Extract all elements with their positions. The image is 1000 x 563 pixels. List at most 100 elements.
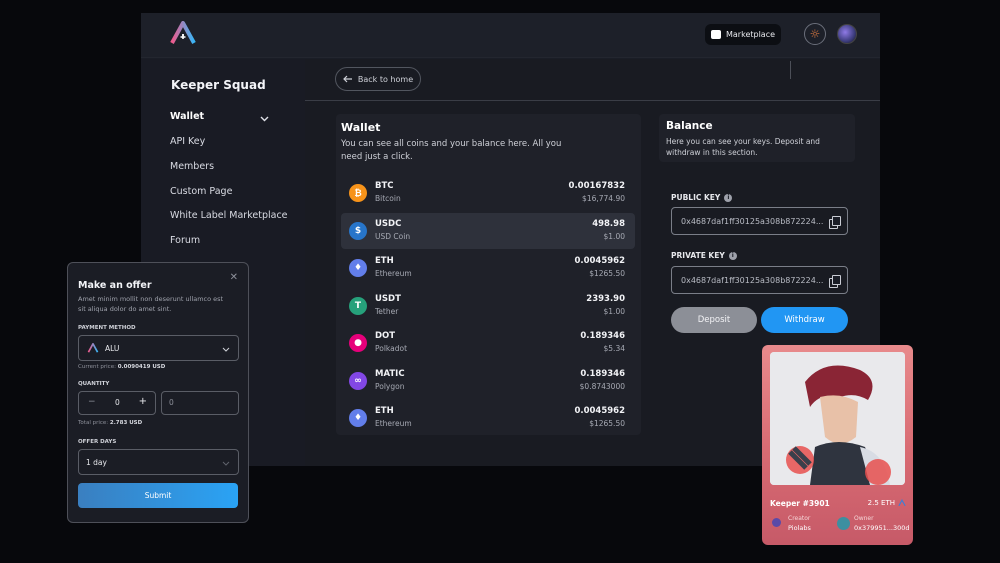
balance-description: Here you can see your keys. Deposit and … — [666, 137, 820, 157]
coin-symbol: BTC — [375, 181, 394, 191]
private-key-field[interactable]: 0x4687daf1ff30125a308b872224... — [671, 266, 848, 294]
coin-row[interactable]: ₿ BTC Bitcoin 0.00167832 $16,774.90 — [341, 175, 635, 211]
nft-card[interactable]: Keeper #3901 2.5 ETH Creator Piolabs Own… — [762, 345, 913, 545]
sidebar-item-wallet[interactable]: Wallet — [170, 111, 204, 122]
coin-usd-value: $0.8743000 — [579, 381, 625, 391]
payment-method-value: ALU — [105, 343, 120, 353]
sidebar-item-api-key[interactable]: API Key — [170, 136, 205, 147]
coin-icon: ∞ — [349, 371, 367, 390]
plus-icon[interactable]: + — [139, 396, 147, 407]
coin-usd-value: $1265.50 — [589, 269, 625, 278]
total-price-value: 2.783 USD — [109, 420, 143, 426]
copy-icon[interactable] — [829, 216, 841, 229]
coin-icon: $ — [349, 221, 367, 240]
private-key-label: PRIVATE KEY i — [671, 251, 737, 260]
coin-name: Polkadot — [375, 344, 408, 353]
chevron-down-icon — [222, 347, 230, 352]
coin-name: Polygon — [375, 381, 405, 391]
coin-icon: T — [349, 296, 367, 315]
deposit-button[interactable]: Deposit — [671, 307, 757, 333]
offer-days-select[interactable]: 1 day — [78, 449, 239, 475]
info-icon[interactable]: i — [724, 193, 733, 202]
nft-name: Keeper #3901 — [770, 499, 830, 508]
coin-name: Ethereum — [375, 269, 412, 278]
coin-name: Bitcoin — [375, 194, 401, 203]
private-key-label-text: PRIVATE KEY — [671, 251, 725, 260]
creator-label: Creator — [788, 515, 811, 522]
sidebar-item-members[interactable]: Members — [170, 161, 214, 172]
marketplace-button[interactable]: Marketplace — [705, 24, 781, 45]
creator-avatar — [772, 518, 781, 527]
offer-days-label: OFFER DAYS — [78, 439, 117, 445]
sidebar-item-forum[interactable]: Forum — [170, 235, 200, 246]
coin-row[interactable]: T USDT Tether 2393.90 $1.00 — [341, 288, 635, 324]
coin-amount: 0.00167832 — [568, 181, 625, 191]
sidebar-item-custom-page[interactable]: Custom Page — [170, 186, 232, 197]
owner-avatar — [837, 517, 850, 530]
chevron-down-icon[interactable] — [260, 115, 269, 125]
coin-usd-value: $1265.50 — [589, 419, 625, 428]
coin-amount: 498.98 — [592, 218, 625, 229]
quantity-stepper[interactable]: − 0 + — [78, 391, 156, 415]
public-key-value: 0x4687daf1ff30125a308b872224... — [681, 216, 824, 226]
quantity-value: 0 — [115, 398, 120, 407]
alu-logo-icon[interactable] — [169, 21, 197, 45]
coin-amount: 0.0045962 — [574, 256, 625, 266]
coin-icon: ₿ — [349, 184, 367, 202]
coin-amount: 0.189346 — [580, 368, 625, 379]
coin-icon: ♦ — [349, 409, 367, 427]
marketplace-label: Marketplace — [726, 30, 776, 39]
info-icon[interactable]: i — [728, 251, 737, 260]
coin-icon: ● — [349, 334, 367, 352]
coin-row[interactable]: $ USDC USD Coin 498.98 $1.00 — [341, 212, 635, 249]
coin-amount: 2393.90 — [586, 293, 625, 304]
offer-days-value: 1 day — [86, 457, 107, 467]
coin-row[interactable]: ● DOT Polkadot 0.189346 $5.34 — [341, 325, 635, 361]
alu-logo-icon — [87, 343, 99, 353]
coin-amount: 0.0045962 — [574, 406, 625, 416]
minus-icon[interactable]: − — [88, 397, 96, 407]
withdraw-button[interactable]: Withdraw — [761, 307, 848, 333]
coin-symbol: ETH — [375, 256, 394, 266]
coin-symbol: USDC — [375, 218, 402, 229]
copy-icon[interactable] — [829, 275, 841, 288]
coin-symbol: DOT — [375, 331, 396, 341]
top-bar: Marketplace ☼ — [141, 13, 880, 58]
gear-icon[interactable]: ☼ — [804, 23, 826, 45]
quantity-label: QUANTITY — [78, 381, 110, 387]
submit-button[interactable]: Submit — [78, 483, 238, 508]
back-to-home-button[interactable]: Back to home — [335, 67, 421, 91]
payment-method-select[interactable]: ALU — [78, 335, 239, 361]
public-key-field[interactable]: 0x4687daf1ff30125a308b872224... — [671, 207, 848, 235]
coin-name: Ethereum — [375, 419, 412, 428]
sidebar-item-white-label-marketplace[interactable]: White Label Marketplace — [170, 210, 288, 221]
coin-icon: ♦ — [349, 259, 367, 277]
team-name: Keeper Squad — [171, 78, 266, 92]
offer-title: Make an offer — [78, 280, 152, 291]
coin-usd-value: $5.34 — [603, 344, 625, 353]
coin-amount: 0.189346 — [580, 331, 625, 341]
close-icon[interactable]: ✕ — [230, 272, 238, 283]
public-key-label: PUBLIC KEY i — [671, 193, 733, 202]
coin-name: USD Coin — [375, 231, 411, 241]
current-price: Current price: 0.0090419 USD — [78, 364, 165, 370]
payment-method-label: PAYMENT METHOD — [78, 325, 136, 331]
coin-row[interactable]: ∞ MATIC Polygon 0.189346 $0.8743000 — [341, 363, 635, 399]
creator-value: Piolabs — [788, 524, 811, 532]
coin-row[interactable]: ♦ ETH Ethereum 0.0045962 $1265.50 — [341, 250, 635, 286]
coin-usd-value: $1.00 — [603, 306, 625, 316]
total-price: Total price: 2.783 USD — [78, 420, 142, 426]
coin-usd-value: $16,774.90 — [582, 194, 625, 203]
current-price-value: 0.0090419 USD — [117, 364, 166, 370]
divider — [305, 100, 880, 101]
back-label: Back to home — [357, 74, 414, 84]
avatar[interactable] — [837, 24, 857, 44]
quantity-input[interactable]: 0 — [161, 391, 239, 415]
balance-card: Balance Here you can see your keys. Depo… — [659, 114, 855, 162]
balance-title: Balance — [666, 120, 713, 132]
wallet-description: You can see all coins and your balance h… — [341, 139, 562, 162]
owner-value: 0x379951...300d — [854, 524, 910, 532]
coin-usd-value: $1.00 — [603, 231, 625, 241]
alu-logo-icon — [898, 499, 906, 507]
coin-row[interactable]: ♦ ETH Ethereum 0.0045962 $1265.50 — [341, 400, 635, 436]
